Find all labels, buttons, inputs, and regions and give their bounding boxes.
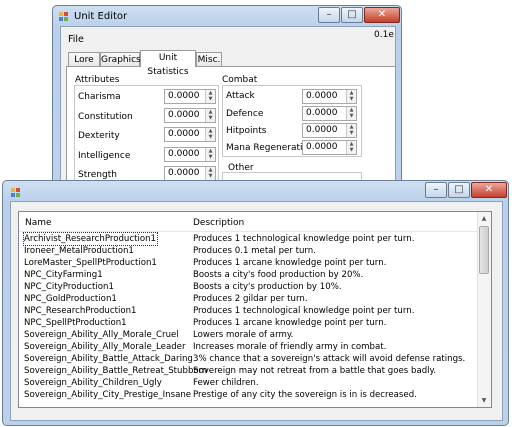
minimize-button[interactable]: – xyxy=(425,182,447,198)
list-item[interactable]: Sovereign_Ability_Ally_Morale_Cruel Lower… xyxy=(19,329,479,341)
combat-group-title: Combat xyxy=(222,75,258,85)
constitution-input[interactable]: 0.0000 ▲ ▼ xyxy=(164,108,216,123)
list-item[interactable]: Ironeer_MetalProduction1 Produces 0.1 met… xyxy=(19,245,479,257)
constitution-spinner[interactable]: ▲ ▼ xyxy=(205,109,215,122)
charisma-label: Charisma xyxy=(78,92,121,102)
scroll-down-arrow-icon[interactable]: ▼ xyxy=(478,394,490,407)
defence-input[interactable]: 0.0000 ▲ ▼ xyxy=(302,106,357,121)
strength-spinner[interactable]: ▲ ▼ xyxy=(205,167,215,180)
dexterity-spinner[interactable]: ▲ ▼ xyxy=(205,128,215,141)
intelligence-input[interactable]: 0.0000 ▲ ▼ xyxy=(164,147,216,162)
tab-misc[interactable]: Misc. xyxy=(196,52,222,67)
dexterity-input[interactable]: 0.0000 ▲ ▼ xyxy=(164,127,216,142)
list-item[interactable]: Sovereign_Ability_Children_Ugly Fewer chi… xyxy=(19,377,479,389)
charisma-input[interactable]: 0.0000 ▲ ▼ xyxy=(164,89,216,104)
attack-input[interactable]: 0.0000 ▲ ▼ xyxy=(302,89,357,104)
unit-editor-window: Unit Editor – □ ✕ File 0.1e Lore Graphic… xyxy=(52,5,402,188)
version-label: 0.1e xyxy=(374,30,394,40)
list-item[interactable]: NPC_CityProduction1 Boosts a city's produ… xyxy=(19,281,479,293)
strength-input[interactable]: 0.0000 ▲ ▼ xyxy=(164,166,216,181)
list-item[interactable]: NPC_ResearchProduction1 Produces 1 techno… xyxy=(19,305,479,317)
file-menu[interactable]: File xyxy=(68,34,84,45)
column-header-description[interactable]: Description xyxy=(193,218,244,228)
app-icon xyxy=(59,12,69,21)
tab-graphics[interactable]: Graphics xyxy=(100,52,141,67)
defence-spinner[interactable]: ▲ ▼ xyxy=(346,107,356,120)
charisma-spinner[interactable]: ▲ ▼ xyxy=(205,90,215,103)
list-item[interactable]: Sovereign_Ability_Battle_Retreat_Stubbor… xyxy=(19,365,479,377)
mana-regeneration-label: Mana Regeneration xyxy=(226,143,314,153)
hitpoints-spinner[interactable]: ▲ ▼ xyxy=(346,124,356,137)
column-header-name[interactable]: Name xyxy=(25,218,52,228)
list-item[interactable]: Sovereign_Ability_City_Prestige_Insane Pr… xyxy=(19,389,479,401)
strength-label: Strength xyxy=(78,170,117,180)
intelligence-spinner[interactable]: ▲ ▼ xyxy=(205,148,215,161)
intelligence-label: Intelligence xyxy=(78,151,131,161)
list-item[interactable]: Sovereign_Ability_Ally_Morale_Leader Incr… xyxy=(19,341,479,353)
tab-lore[interactable]: Lore xyxy=(68,52,100,67)
list-item[interactable]: NPC_SpellPtProduction1 Produces 1 arcane … xyxy=(19,317,479,329)
unit-editor-client: File 0.1e Lore Graphics Unit Statistics … xyxy=(60,26,396,188)
list-item[interactable]: Sovereign_Ability_Battle_Attack_Daring 3%… xyxy=(19,353,479,365)
components-list[interactable]: Name Description Archivist_ResearchProdu… xyxy=(18,211,492,408)
window-title: Unit Editor xyxy=(74,11,128,22)
list-item[interactable]: Archivist_ResearchProduction1 Produces 1 … xyxy=(19,232,479,246)
maximize-button[interactable]: □ xyxy=(341,7,363,23)
mana-regeneration-input[interactable]: 0.0000 ▲ ▼ xyxy=(302,140,357,155)
vertical-scrollbar[interactable]: ▲ ▼ xyxy=(477,212,491,407)
constitution-label: Constitution xyxy=(78,112,133,122)
list-item[interactable]: NPC_GoldProduction1 Produces 2 gildar per… xyxy=(19,293,479,305)
maximize-button[interactable]: □ xyxy=(448,182,470,198)
attack-label: Attack xyxy=(226,91,255,101)
list-item[interactable]: NPC_CityFarming1 Boosts a city's food pro… xyxy=(19,269,479,281)
attack-spinner[interactable]: ▲ ▼ xyxy=(346,90,356,103)
close-button[interactable]: ✕ xyxy=(471,182,507,198)
tab-unit-statistics[interactable]: Unit Statistics xyxy=(140,50,196,77)
hitpoints-label: Hitpoints xyxy=(226,126,267,136)
mana-regeneration-spinner[interactable]: ▲ ▼ xyxy=(346,141,356,154)
list-header: Name Description xyxy=(19,212,491,232)
hitpoints-input[interactable]: 0.0000 ▲ ▼ xyxy=(302,123,357,138)
scroll-thumb[interactable] xyxy=(479,226,489,274)
app-icon xyxy=(11,188,21,197)
list-item[interactable]: LoreMaster_SpellPtProduction1 Produces 1 … xyxy=(19,257,479,269)
dexterity-label: Dexterity xyxy=(78,131,120,141)
close-button[interactable]: ✕ xyxy=(364,7,400,23)
attributes-group-title: Attributes xyxy=(75,75,120,85)
minimize-button[interactable]: – xyxy=(318,7,340,23)
scroll-up-arrow-icon[interactable]: ▲ xyxy=(478,212,490,225)
defence-label: Defence xyxy=(226,109,264,119)
